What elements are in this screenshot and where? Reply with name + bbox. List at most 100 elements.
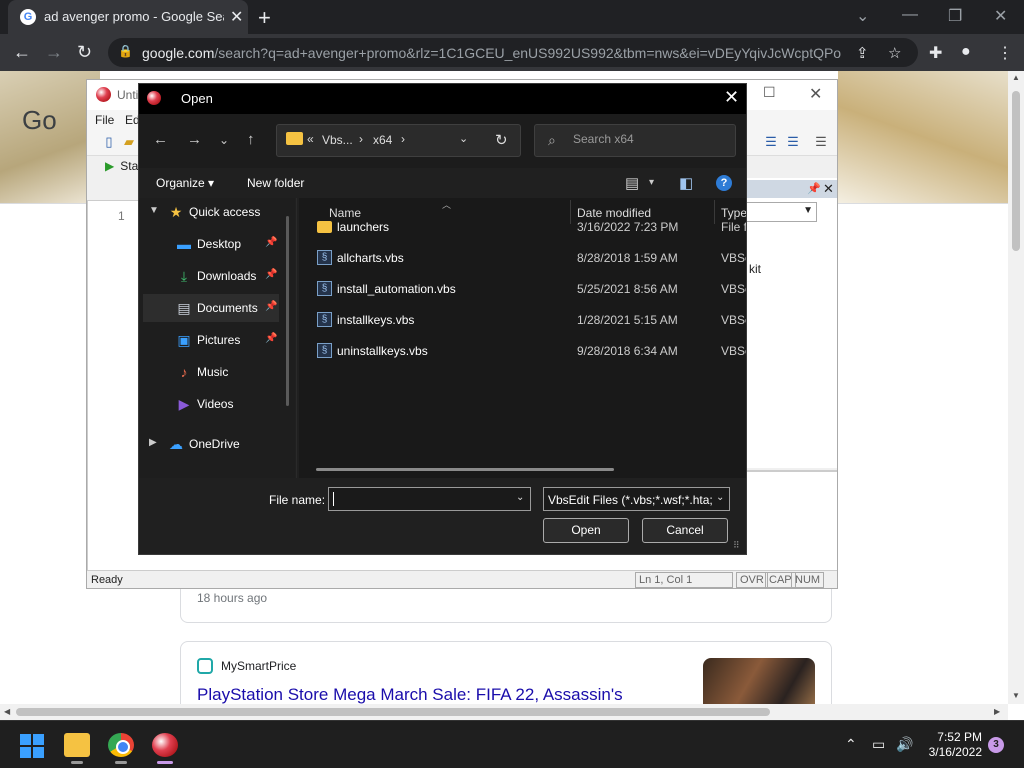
menu-file[interactable]: File: [95, 113, 114, 127]
indent-icon[interactable]: ☰: [785, 134, 801, 150]
page-horizontal-scrollbar[interactable]: ◀ ▶: [0, 704, 1008, 720]
close-icon[interactable]: ✕: [809, 84, 822, 104]
extensions-icon[interactable]: ✚: [929, 43, 942, 63]
chevron-up-icon[interactable]: ⌃: [845, 736, 857, 753]
nav-item-videos[interactable]: ▶ Videos: [143, 390, 279, 418]
open-button[interactable]: Open: [543, 518, 629, 543]
scroll-left-icon[interactable]: ◀: [4, 707, 10, 716]
google-doodle-right[interactable]: [838, 71, 1008, 203]
file-explorer-icon[interactable]: [64, 733, 90, 764]
new-file-icon[interactable]: ▯: [101, 134, 117, 150]
new-tab-icon[interactable]: +: [258, 5, 271, 31]
scroll-down-icon[interactable]: ▼: [1012, 691, 1020, 700]
nav-item-quick-access[interactable]: ▼ ★ Quick access: [143, 198, 279, 226]
nav-scrollbar[interactable]: [286, 216, 289, 406]
network-icon[interactable]: ▭: [872, 736, 885, 753]
pin-icon[interactable]: 📌: [807, 182, 821, 195]
file-type-select[interactable]: VbsEdit Files (*.vbs;*.wsf;*.hta;* ⌄: [543, 487, 730, 511]
scrollbar-thumb[interactable]: [1012, 91, 1020, 251]
profile-icon[interactable]: ●: [961, 43, 971, 61]
chevron-down-icon[interactable]: ⌄: [459, 132, 468, 145]
pane-splitter[interactable]: [296, 198, 297, 478]
chevron-down-icon[interactable]: ▾: [649, 177, 654, 188]
file-type: File fo: [721, 220, 746, 234]
notification-badge[interactable]: 3: [988, 737, 1004, 753]
file-row[interactable]: § allcharts.vbs 8/28/2018 1:59 AM VBSc: [299, 243, 746, 274]
nav-item-pictures[interactable]: ▣ Pictures 📌: [143, 326, 279, 354]
file-row[interactable]: § install_automation.vbs 5/25/2021 8:56 …: [299, 274, 746, 305]
page-vertical-scrollbar[interactable]: ▲ ▼: [1008, 71, 1024, 704]
view-options-icon[interactable]: ▤: [625, 174, 639, 192]
breadcrumb-segment[interactable]: x64: [373, 133, 392, 147]
windows-start-icon[interactable]: [20, 734, 44, 758]
maximize-icon[interactable]: ☐: [763, 84, 776, 101]
address-bar[interactable]: 🔒 google.com/search?q=ad+avenger+promo&r…: [108, 38, 918, 67]
file-list-scrollbar[interactable]: [316, 468, 614, 471]
file-row[interactable]: § installkeys.vbs 1/28/2021 5:15 AM VBSc: [299, 305, 746, 336]
search-input[interactable]: [573, 132, 723, 146]
search-box[interactable]: ⌕: [534, 124, 736, 157]
chevron-down-icon[interactable]: ▼: [149, 205, 159, 216]
refresh-icon[interactable]: ↻: [495, 131, 508, 149]
nav-item-onedrive[interactable]: ▶ ☁ OneDrive: [143, 430, 279, 458]
scrollbar-thumb[interactable]: [16, 708, 770, 716]
nav-item-music[interactable]: ♪ Music: [143, 358, 279, 386]
organize-button[interactable]: Organize ▾: [156, 176, 214, 190]
chevron-down-icon[interactable]: ⌄: [716, 492, 724, 503]
nav-item-downloads[interactable]: ⤓ Downloads 📌: [143, 262, 279, 290]
recent-locations-icon[interactable]: ⌄: [219, 133, 229, 147]
list-icon[interactable]: ☰: [813, 134, 829, 150]
preview-pane-icon[interactable]: ◧: [679, 174, 693, 192]
close-window-icon[interactable]: ✕: [994, 6, 1007, 26]
news-result-card[interactable]: MySmartPrice PlayStation Store Mega Marc…: [180, 641, 832, 704]
url-text[interactable]: google.com/search?q=ad+avenger+promo&rlz…: [142, 45, 842, 61]
file-name-combobox[interactable]: ⌄: [328, 487, 531, 511]
breadcrumb-segment[interactable]: Vbs...: [322, 133, 353, 147]
dialog-titlebar[interactable]: Open ✕: [139, 84, 746, 114]
result-thumbnail[interactable]: [703, 658, 815, 704]
tab-search-icon[interactable]: ⌄: [856, 6, 869, 26]
dialog-close-icon[interactable]: ✕: [724, 87, 739, 108]
start-button[interactable]: ▶ Sta: [105, 159, 138, 173]
vbsedit-taskbar-icon[interactable]: [152, 733, 178, 764]
nav-item-desktop[interactable]: ▬ Desktop 📌: [143, 230, 279, 258]
outdent-icon[interactable]: ☰: [763, 134, 779, 150]
google-doodle-left[interactable]: Go: [0, 71, 100, 203]
new-folder-button[interactable]: New folder: [247, 176, 304, 190]
back-icon[interactable]: ←: [13, 42, 31, 63]
help-icon[interactable]: ?: [716, 175, 732, 191]
forward-icon[interactable]: →: [187, 131, 202, 148]
chevron-right-icon[interactable]: ▶: [149, 437, 157, 448]
reload-icon[interactable]: ↻: [77, 42, 92, 63]
cancel-button[interactable]: Cancel: [642, 518, 728, 543]
result-headline-link[interactable]: PlayStation Store Mega March Sale: FIFA …: [197, 685, 623, 704]
scroll-up-icon[interactable]: ▲: [1012, 73, 1020, 82]
file-row[interactable]: launchers 3/16/2022 7:23 PM File fo: [299, 212, 746, 243]
nav-item-documents[interactable]: ▤ Documents 📌: [143, 294, 279, 322]
resize-grip-icon[interactable]: ⠿: [733, 540, 740, 551]
chevron-right-icon[interactable]: ›: [401, 132, 405, 146]
pane-close-icon[interactable]: ✕: [823, 181, 834, 197]
chrome-icon[interactable]: [108, 733, 134, 764]
tab-close-icon[interactable]: ✕: [230, 7, 243, 27]
system-clock[interactable]: 7:52 PM 3/16/2022: [920, 730, 982, 760]
lock-icon[interactable]: 🔒: [118, 44, 133, 58]
browser-tab[interactable]: G ad avenger promo - Google Search ✕: [8, 0, 248, 34]
up-folder-icon[interactable]: ↑: [247, 131, 255, 148]
volume-icon[interactable]: 🔊: [896, 736, 913, 753]
address-breadcrumb[interactable]: « Vbs... › x64 › ⌄ ↻: [276, 124, 521, 157]
chevron-right-icon[interactable]: ›: [359, 132, 363, 146]
forward-icon[interactable]: →: [45, 42, 63, 63]
file-name-input[interactable]: [333, 491, 509, 505]
minimize-icon[interactable]: —: [902, 6, 918, 24]
scroll-right-icon[interactable]: ▶: [994, 707, 1000, 716]
chevron-down-icon[interactable]: ⌄: [516, 492, 524, 503]
breadcrumb-overflow-icon[interactable]: «: [307, 132, 314, 146]
restore-icon[interactable]: ❐: [948, 6, 962, 26]
menu-icon[interactable]: ⋮: [997, 43, 1013, 63]
share-icon[interactable]: ⇪: [856, 44, 869, 62]
open-folder-icon[interactable]: ▰: [121, 134, 137, 150]
file-row[interactable]: § uninstallkeys.vbs 9/28/2018 6:34 AM VB…: [299, 336, 746, 367]
bookmark-star-icon[interactable]: ☆: [888, 44, 901, 62]
back-icon[interactable]: ←: [153, 131, 168, 148]
